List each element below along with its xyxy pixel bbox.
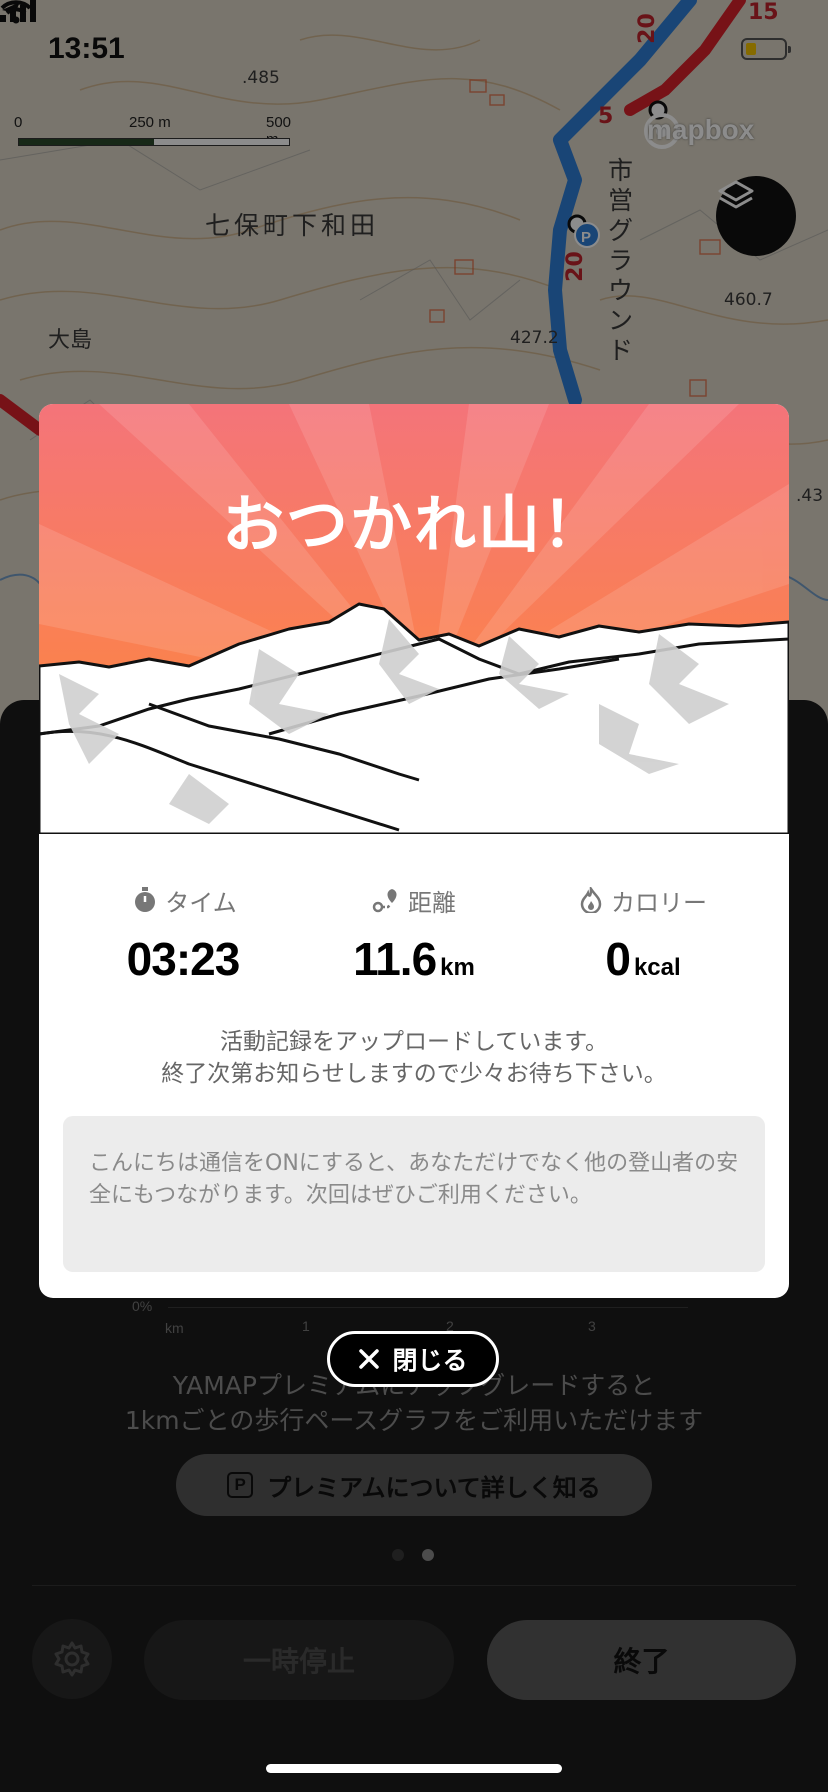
modal-title: おつかれ山！ bbox=[221, 488, 606, 561]
stat-distance: 距離 11.6 km bbox=[304, 882, 524, 986]
stat-time: タイム 03:23 bbox=[75, 882, 295, 986]
flame-icon bbox=[580, 887, 602, 913]
upload-message-line: 終了次第お知らせしますので少々お待ち下さい。 bbox=[161, 1061, 667, 1087]
stat-label: 距離 bbox=[408, 888, 456, 917]
close-icon bbox=[359, 1349, 380, 1369]
close-button-label: 閉じる bbox=[392, 1346, 468, 1375]
route-icon bbox=[372, 889, 397, 913]
stat-unit: kcal bbox=[633, 954, 681, 981]
home-indicator[interactable] bbox=[266, 1764, 562, 1773]
close-button[interactable]: 閉じる bbox=[327, 1331, 499, 1387]
upload-message-line: 活動記録をアップロードしています。 bbox=[219, 1029, 608, 1055]
stopwatch-icon bbox=[135, 887, 156, 912]
stat-label: タイム bbox=[165, 888, 237, 917]
stat-calories: カロリー 0 kcal bbox=[533, 882, 753, 986]
mountain-hero-illustration bbox=[39, 404, 789, 834]
stat-label: カロリー bbox=[611, 888, 707, 917]
completion-modal: おつかれ山！ タイム 03:23 距離 11.6 km カロリー 0 kcal … bbox=[39, 404, 789, 1298]
stat-value: 0 bbox=[605, 933, 631, 985]
communication-info-box: こんにちは通信をONにすると、あなただけでなく他の登山者の安全にもつながります。… bbox=[63, 1116, 765, 1272]
stat-unit: km bbox=[440, 954, 475, 981]
stat-value: 03:23 bbox=[126, 933, 241, 985]
stat-value: 11.6 bbox=[353, 933, 437, 985]
upload-status-message: 活動記録をアップロードしています。 終了次第お知らせしますので少々お待ち下さい。 bbox=[39, 1026, 789, 1090]
